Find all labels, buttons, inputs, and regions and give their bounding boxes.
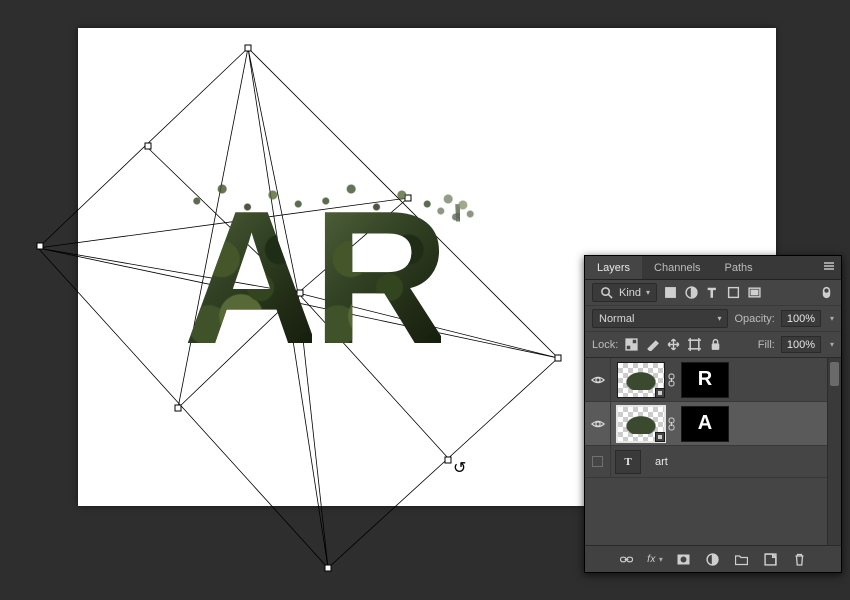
scrollbar[interactable] (827, 358, 841, 545)
layers-list: R A T art (585, 358, 841, 545)
layers-panel: Layers Channels Paths Kind ▾ T Normal ▾ … (584, 255, 842, 573)
lock-all-icon[interactable] (708, 337, 723, 352)
transform-handle[interactable] (145, 143, 152, 150)
rotate-cursor-icon: ↺ (453, 458, 466, 478)
delete-layer-icon[interactable] (792, 551, 808, 567)
add-mask-icon[interactable] (676, 551, 692, 567)
lock-pixels-icon[interactable] (645, 337, 660, 352)
layer-filter-row: Kind ▾ T (585, 280, 841, 306)
transform-handle[interactable] (555, 355, 562, 362)
fill-value[interactable]: 100% (781, 336, 821, 353)
transform-handle[interactable] (175, 405, 182, 412)
adjustment-layer-icon[interactable] (705, 551, 721, 567)
visibility-toggle[interactable] (585, 446, 611, 477)
layer-row[interactable]: T art (585, 446, 841, 478)
layer-name[interactable]: art (655, 456, 668, 468)
transform-handle[interactable] (405, 195, 412, 202)
transform-center-handle[interactable] (297, 290, 304, 297)
type-layer-icon: T (615, 450, 641, 474)
chevron-down-icon[interactable]: ▾ (830, 314, 834, 323)
lock-row: Lock: Fill: 100% ▾ (585, 332, 841, 358)
svg-text:T: T (708, 286, 715, 299)
filter-pixel-icon[interactable] (663, 285, 678, 300)
filter-kind-label: Kind (619, 287, 641, 299)
filter-kind-select[interactable]: Kind ▾ (592, 283, 657, 302)
filter-toggle-icon[interactable] (819, 285, 834, 300)
artwork-text: A R ' (183, 183, 460, 373)
new-layer-icon[interactable] (763, 551, 779, 567)
fill-label: Fill: (758, 339, 775, 351)
tab-paths[interactable]: Paths (713, 256, 765, 279)
glyph-apostrophe: ' (451, 193, 460, 263)
opacity-label: Opacity: (734, 313, 774, 325)
visibility-toggle[interactable] (585, 402, 611, 445)
filter-adjust-icon[interactable] (684, 285, 699, 300)
layers-panel-footer: fx▾ (585, 545, 841, 572)
transform-handle[interactable] (245, 45, 252, 52)
blend-mode-row: Normal ▾ Opacity: 100% ▾ (585, 306, 841, 332)
layer-style-icon[interactable]: fx (647, 554, 656, 565)
mask-link-icon[interactable] (665, 417, 677, 431)
filter-smart-icon[interactable] (747, 285, 762, 300)
chevron-down-icon[interactable]: ▾ (830, 340, 834, 349)
lock-position-icon[interactable] (666, 337, 681, 352)
filter-type-icon[interactable]: T (705, 285, 720, 300)
layer-thumbnail[interactable] (617, 362, 665, 398)
lock-artboard-icon[interactable] (687, 337, 702, 352)
transform-handle[interactable] (325, 565, 332, 572)
layer-row[interactable]: R (585, 358, 841, 402)
blend-mode-select[interactable]: Normal ▾ (592, 309, 728, 328)
panel-tabstrip: Layers Channels Paths (585, 256, 841, 280)
link-layers-icon[interactable] (618, 551, 634, 567)
opacity-value[interactable]: 100% (781, 310, 821, 327)
layer-row[interactable]: A (585, 402, 841, 446)
blend-mode-value: Normal (599, 313, 634, 325)
lock-label: Lock: (592, 339, 618, 351)
layer-thumbnail[interactable] (617, 406, 665, 442)
tab-layers[interactable]: Layers (585, 256, 642, 279)
layer-mask-thumbnail[interactable]: R (681, 362, 729, 398)
glyph-a: A (183, 183, 312, 373)
mask-link-icon[interactable] (665, 373, 677, 387)
filter-shape-icon[interactable] (726, 285, 741, 300)
panel-menu-icon[interactable] (817, 261, 841, 274)
lock-transparent-icon[interactable] (624, 337, 639, 352)
group-layers-icon[interactable] (734, 551, 750, 567)
transform-handle[interactable] (445, 457, 452, 464)
search-icon (599, 285, 614, 300)
layer-mask-thumbnail[interactable]: A (681, 406, 729, 442)
chevron-down-icon[interactable]: ▾ (659, 555, 663, 564)
chevron-down-icon: ▾ (646, 288, 650, 297)
chevron-down-icon: ▾ (717, 314, 721, 323)
tab-channels[interactable]: Channels (642, 256, 712, 279)
transform-handle[interactable] (37, 243, 44, 250)
glyph-r: R (312, 183, 441, 373)
visibility-toggle[interactable] (585, 358, 611, 401)
